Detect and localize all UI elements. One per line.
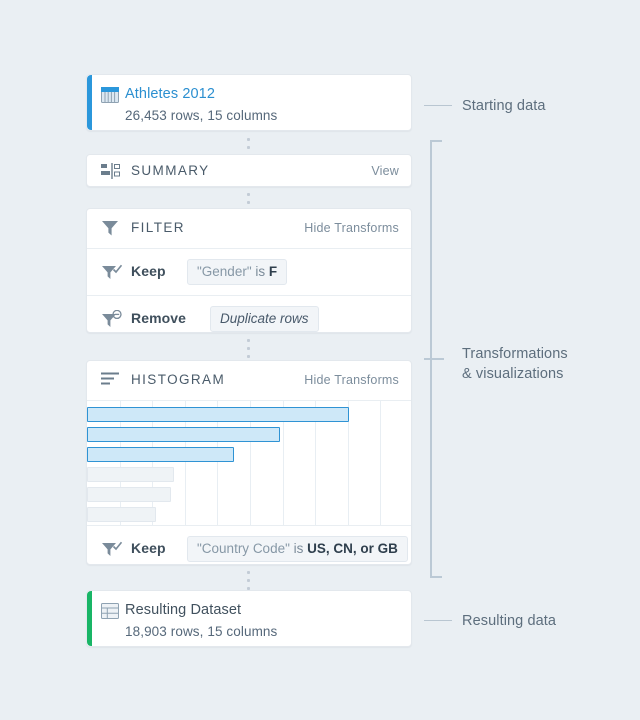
filter-check-icon	[101, 540, 123, 560]
table-icon	[101, 603, 119, 619]
transform-row[interactable]: Remove Duplicate rows	[87, 296, 411, 343]
histogram-bar[interactable]	[87, 507, 156, 522]
histogram-step-header: HISTOGRAM Hide Transforms	[87, 361, 411, 400]
pill-value: Duplicate rows	[220, 311, 309, 326]
summary-view-button[interactable]: View	[371, 164, 399, 178]
pill-value: US, CN, or GB	[307, 541, 398, 556]
resulting-data-label: Resulting data	[462, 613, 557, 629]
transform-value-pill[interactable]: Duplicate rows	[210, 306, 319, 332]
starting-dataset-card[interactable]: Athletes 2012 26,453 rows, 15 columns	[86, 74, 412, 131]
transform-row[interactable]: Keep "Gender" is F	[87, 249, 411, 296]
filter-minus-icon	[101, 309, 123, 330]
transform-value-pill[interactable]: "Gender" is F	[187, 259, 288, 285]
pill-field: "Country Code"	[197, 541, 290, 556]
pill-operator: is	[293, 541, 304, 556]
transformations-label-line2: & visualizations	[462, 366, 564, 382]
transform-row[interactable]: Keep "Country Code" is US, CN, or GB	[87, 526, 411, 573]
pill-operator: is	[255, 264, 266, 279]
table-icon	[101, 87, 119, 103]
card-accent-bar	[87, 75, 92, 130]
pill-field: "Gender"	[197, 264, 252, 279]
filter-check-icon	[101, 263, 123, 283]
filter-step-card[interactable]: FILTER Hide Transforms Keep "Gender" is …	[86, 208, 412, 333]
histogram-bar-selected[interactable]	[87, 427, 280, 442]
histogram-step-card[interactable]: HISTOGRAM Hide Transforms Keep "Country …	[86, 360, 412, 565]
dataset-title[interactable]: Resulting Dataset	[125, 602, 241, 618]
transform-verb: Remove	[131, 310, 187, 326]
histogram-title: HISTOGRAM	[131, 372, 226, 387]
resulting-dataset-card[interactable]: Resulting Dataset 18,903 rows, 15 column…	[86, 590, 412, 647]
histogram-plot	[87, 400, 411, 525]
resulting-data-leader-line	[424, 620, 452, 621]
dataset-subtitle: 18,903 rows, 15 columns	[125, 624, 278, 639]
summary-title: SUMMARY	[131, 163, 210, 178]
histogram-icon	[101, 372, 121, 390]
card-accent-bar	[87, 591, 92, 646]
histogram-bar[interactable]	[87, 467, 174, 482]
filter-step-header: FILTER Hide Transforms	[87, 209, 411, 248]
histogram-bar-selected[interactable]	[87, 407, 349, 422]
filter-icon	[101, 219, 121, 237]
transformations-label: Transformations & visualizations	[462, 344, 622, 384]
starting-data-label: Starting data	[462, 98, 546, 114]
summary-icon	[101, 163, 121, 181]
transform-verb: Keep	[131, 540, 166, 556]
dataset-subtitle: 26,453 rows, 15 columns	[125, 108, 278, 123]
transformations-label-line1: Transformations	[462, 346, 568, 362]
histogram-hide-transforms-button[interactable]: Hide Transforms	[304, 373, 399, 387]
starting-data-leader-line	[424, 105, 452, 106]
transform-value-pill[interactable]: "Country Code" is US, CN, or GB	[187, 536, 408, 562]
transform-verb: Keep	[131, 263, 166, 279]
filter-title: FILTER	[131, 220, 185, 235]
dataset-title[interactable]: Athletes 2012	[125, 86, 215, 102]
histogram-bar[interactable]	[87, 487, 171, 502]
diagram-canvas: Athletes 2012 26,453 rows, 15 columns SU…	[0, 0, 640, 720]
histogram-bar-selected[interactable]	[87, 447, 234, 462]
pill-value: F	[268, 264, 278, 279]
transformations-leader-line	[424, 358, 444, 360]
gridline	[380, 400, 381, 525]
summary-step-card[interactable]: SUMMARY View	[86, 154, 412, 187]
filter-hide-transforms-button[interactable]: Hide Transforms	[304, 221, 399, 235]
